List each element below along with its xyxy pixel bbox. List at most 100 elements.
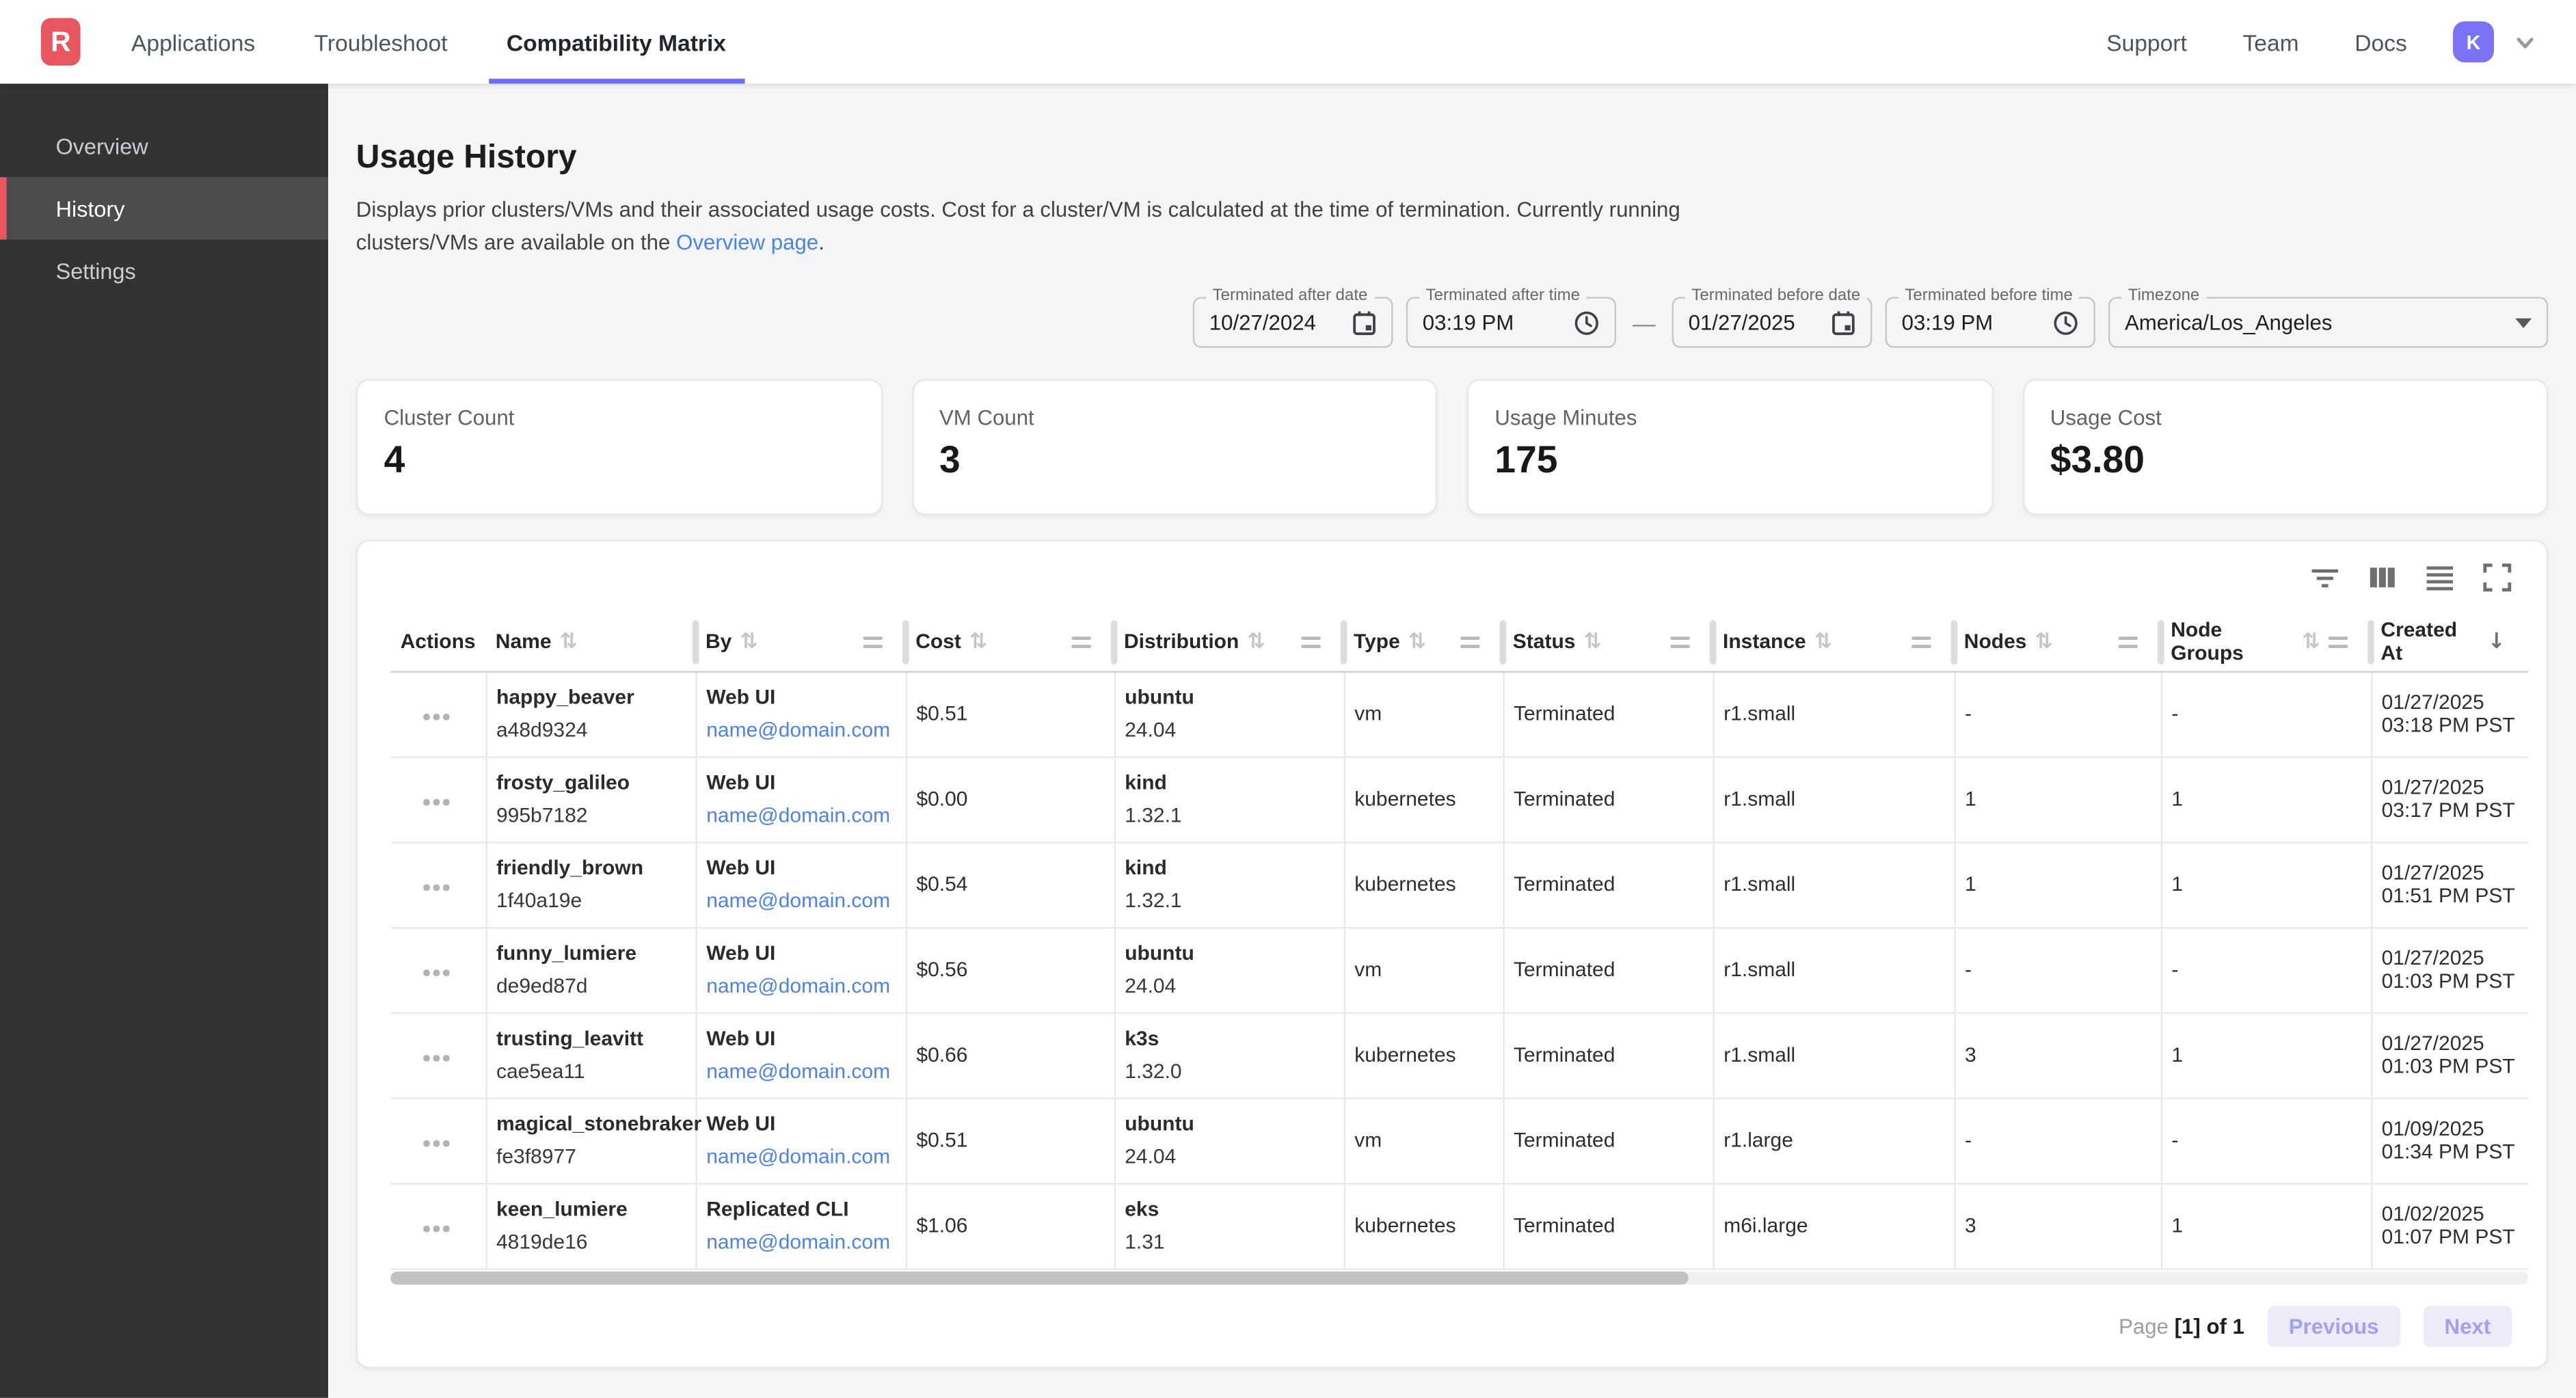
nodes-cell: - bbox=[1954, 1098, 2160, 1183]
scrollbar-thumb[interactable] bbox=[390, 1271, 1688, 1284]
timezone-select[interactable]: Timezone America/Los_Angeles bbox=[2108, 297, 2548, 347]
table-header-row: Actions Name⇅ By⇅ Cost⇅ bbox=[390, 614, 2528, 671]
column-header-instance[interactable]: Instance⇅ bbox=[1713, 614, 1955, 671]
email-link[interactable]: name@domain.com bbox=[706, 1058, 891, 1086]
column-resize-handle[interactable] bbox=[2158, 620, 2164, 664]
app-root: R Applications Troubleshoot Compatibilit… bbox=[0, 0, 2576, 1398]
email-link[interactable]: name@domain.com bbox=[706, 887, 891, 915]
cluster-id: 4819de16 bbox=[496, 1228, 682, 1256]
column-drag-handle-icon[interactable] bbox=[1911, 636, 1931, 647]
created-date: 01/27/2025 bbox=[2382, 776, 2516, 799]
type-cell: kubernetes bbox=[1344, 1012, 1503, 1098]
column-header-distribution[interactable]: Distribution⇅ bbox=[1114, 614, 1344, 671]
created-by: Web UI bbox=[706, 1025, 891, 1053]
status-cell: Terminated bbox=[1503, 1012, 1713, 1098]
density-icon[interactable] bbox=[2425, 563, 2454, 592]
sidebar-item-settings[interactable]: Settings bbox=[0, 239, 328, 301]
column-header-created-at[interactable]: Created At↓ bbox=[2371, 614, 2528, 671]
column-resize-handle[interactable] bbox=[1951, 620, 1958, 664]
column-drag-handle-icon[interactable] bbox=[1301, 636, 1321, 647]
column-drag-handle-icon[interactable] bbox=[1071, 636, 1091, 647]
column-drag-handle-icon[interactable] bbox=[1670, 636, 1690, 647]
terminated-after-date-field[interactable]: Terminated after date 10/27/2024 bbox=[1193, 297, 1393, 347]
terminated-before-date-field[interactable]: Terminated before date 01/27/2025 bbox=[1672, 297, 1873, 347]
dropdown-arrow-icon[interactable] bbox=[2515, 317, 2532, 327]
column-resize-handle[interactable] bbox=[1341, 620, 1347, 664]
nav-link-docs[interactable]: Docs bbox=[2354, 29, 2407, 55]
column-resize-handle[interactable] bbox=[693, 620, 699, 664]
column-header-status[interactable]: Status⇅ bbox=[1503, 614, 1713, 671]
sidebar-item-history[interactable]: History bbox=[0, 177, 328, 239]
row-actions-button[interactable] bbox=[417, 707, 455, 726]
horizontal-scrollbar[interactable] bbox=[390, 1271, 2528, 1284]
chevron-down-icon[interactable] bbox=[2514, 30, 2537, 53]
show-hide-columns-icon[interactable] bbox=[2367, 563, 2397, 592]
sidebar-item-overview[interactable]: Overview bbox=[0, 115, 328, 177]
page-indicator: Page [1] of 1 bbox=[2119, 1313, 2244, 1338]
column-drag-handle-icon[interactable] bbox=[2329, 636, 2348, 647]
nav-link-team[interactable]: Team bbox=[2242, 29, 2298, 55]
clock-icon[interactable] bbox=[2052, 309, 2078, 335]
email-link[interactable]: name@domain.com bbox=[706, 1228, 891, 1256]
column-resize-handle[interactable] bbox=[1710, 620, 1717, 664]
calendar-icon[interactable] bbox=[1831, 309, 1855, 335]
column-header-by[interactable]: By⇅ bbox=[696, 614, 906, 671]
column-resize-handle[interactable] bbox=[1500, 620, 1507, 664]
node-groups-cell: - bbox=[2161, 671, 2371, 757]
tab-troubleshoot[interactable]: Troubleshoot bbox=[296, 0, 466, 83]
column-resize-handle[interactable] bbox=[1111, 620, 1118, 664]
column-header-cost[interactable]: Cost⇅ bbox=[906, 614, 1114, 671]
table-row: keen_lumiere4819de16 Replicated CLIname@… bbox=[390, 1183, 2528, 1268]
instance-cell: m6i.large bbox=[1713, 1183, 1955, 1268]
sort-desc-icon: ↓ bbox=[2488, 630, 2506, 654]
distribution: kind bbox=[1125, 768, 1330, 796]
cost-cell: $0.51 bbox=[906, 1098, 1114, 1183]
column-header-nodes[interactable]: Nodes⇅ bbox=[1954, 614, 2160, 671]
replicated-logo[interactable]: R bbox=[41, 18, 81, 66]
status-cell: Terminated bbox=[1503, 927, 1713, 1012]
type-cell: kubernetes bbox=[1344, 842, 1503, 927]
terminated-before-time-field[interactable]: Terminated before time 03:19 PM bbox=[1886, 297, 2095, 347]
tab-compatibility-matrix[interactable]: Compatibility Matrix bbox=[488, 0, 744, 83]
column-header-name[interactable]: Name⇅ bbox=[485, 614, 695, 671]
clock-icon[interactable] bbox=[1574, 309, 1600, 335]
calendar-icon[interactable] bbox=[1352, 309, 1377, 335]
email-link[interactable]: name@domain.com bbox=[706, 716, 891, 744]
filter-icon[interactable] bbox=[2310, 563, 2339, 592]
distribution-version: 1.32.1 bbox=[1125, 801, 1330, 829]
nav-link-support[interactable]: Support bbox=[2106, 29, 2187, 55]
email-link[interactable]: name@domain.com bbox=[706, 972, 891, 1000]
user-avatar[interactable]: K bbox=[2453, 21, 2494, 62]
row-actions-button[interactable] bbox=[417, 878, 455, 897]
terminated-after-time-field[interactable]: Terminated after time 03:19 PM bbox=[1406, 297, 1616, 347]
column-resize-handle[interactable] bbox=[902, 620, 909, 664]
overview-page-link[interactable]: Overview page bbox=[676, 230, 818, 254]
cost-cell: $0.54 bbox=[906, 842, 1114, 927]
status-cell: Terminated bbox=[1503, 671, 1713, 757]
usage-history-table: Actions Name⇅ By⇅ Cost⇅ bbox=[390, 614, 2528, 1269]
cluster-id: cae5ea11 bbox=[496, 1058, 682, 1086]
page-title: Usage History bbox=[356, 139, 2548, 177]
next-page-button[interactable]: Next bbox=[2423, 1305, 2512, 1346]
type-cell: vm bbox=[1344, 671, 1503, 757]
row-actions-button[interactable] bbox=[417, 1133, 455, 1153]
column-drag-handle-icon[interactable] bbox=[2118, 636, 2138, 647]
column-drag-handle-icon[interactable] bbox=[863, 636, 883, 647]
row-actions-button[interactable] bbox=[417, 1219, 455, 1238]
column-drag-handle-icon[interactable] bbox=[1460, 636, 1480, 647]
created-time: 01:03 PM PST bbox=[2382, 969, 2516, 993]
email-link[interactable]: name@domain.com bbox=[706, 801, 891, 829]
column-header-type[interactable]: Type⇅ bbox=[1344, 614, 1503, 671]
row-actions-button[interactable] bbox=[417, 963, 455, 982]
tab-applications[interactable]: Applications bbox=[113, 0, 273, 83]
column-resize-handle[interactable] bbox=[2367, 620, 2374, 664]
row-actions-button[interactable] bbox=[417, 1049, 455, 1068]
column-header-node-groups[interactable]: Node Groups⇅ bbox=[2161, 614, 2371, 671]
email-link[interactable]: name@domain.com bbox=[706, 1143, 891, 1171]
fullscreen-icon[interactable] bbox=[2482, 563, 2512, 592]
previous-page-button[interactable]: Previous bbox=[2268, 1305, 2400, 1346]
table-row: happy_beavera48d9324 Web UIname@domain.c… bbox=[390, 671, 2528, 757]
usage-history-table-card: Actions Name⇅ By⇅ Cost⇅ bbox=[356, 540, 2548, 1369]
row-actions-button[interactable] bbox=[417, 792, 455, 811]
table-row: magical_stonebrakerfe3f8977 Web UIname@d… bbox=[390, 1098, 2528, 1183]
